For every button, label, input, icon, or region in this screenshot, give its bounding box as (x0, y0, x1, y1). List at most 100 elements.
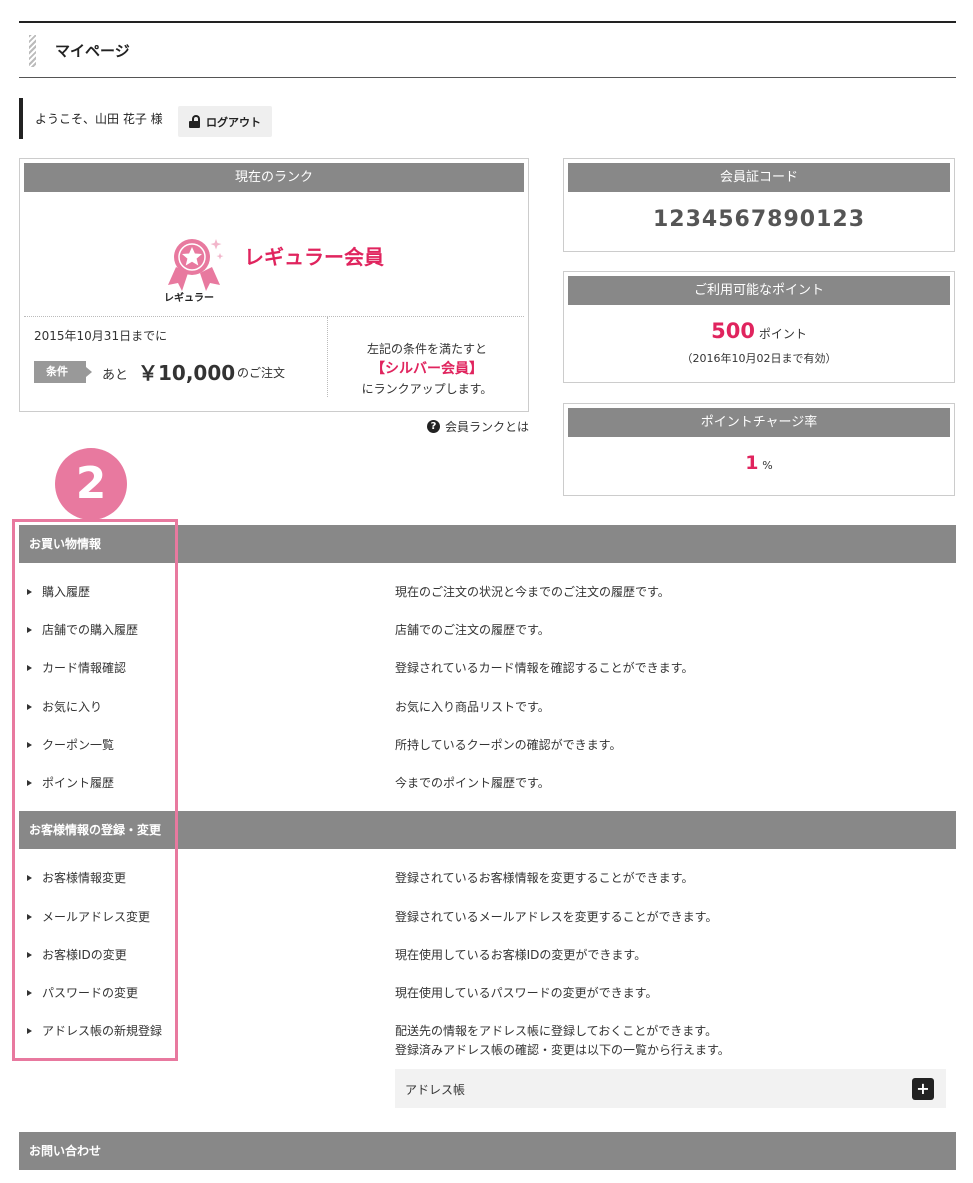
menu-link-card-info[interactable]: カード情報確認 (27, 659, 126, 676)
charge-rate-amount: 1 % (564, 452, 954, 474)
address-book-label: アドレス帳 (405, 1083, 466, 1097)
condition-badge: 条件 (34, 361, 92, 383)
menu-link-purchase-history[interactable]: 購入履歴 (27, 583, 90, 600)
member-code-header: 会員証コード (568, 163, 950, 192)
page-title: マイページ (55, 42, 130, 60)
menu-desc: 配送先の情報をアドレス帳に登録しておくことができます。 登録済みアドレス帳の確認… (395, 1022, 730, 1060)
menu-row: ポイント履歴 今までのポイント履歴です。 (19, 774, 956, 794)
remain-prefix: あと (102, 368, 129, 383)
arrow-right-icon (27, 626, 32, 633)
menu-label: 購入履歴 (42, 585, 91, 599)
menu-desc: お気に入り商品リストです。 (395, 700, 550, 714)
arrow-right-icon (27, 588, 32, 595)
menu-desc: 今までのポイント履歴です。 (395, 776, 550, 790)
menu-label: お客様IDの変更 (42, 948, 127, 962)
welcome-block: ようこそ、山田 花子 様 (19, 98, 163, 139)
menu-label: アドレス帳の新規登録 (42, 1024, 163, 1038)
rank-panel: 現在のランク レギュラー レギュラー会員 2015年10月31日までに 条件 あ… (19, 158, 529, 412)
menu-link-password-change[interactable]: パスワードの変更 (27, 984, 138, 1001)
arrow-right-icon (27, 1027, 32, 1034)
charge-rate-value: 1 (745, 452, 759, 474)
menu-desc: 店舗でのご注文の履歴です。 (395, 623, 550, 637)
logout-button[interactable]: ログアウト (178, 106, 272, 137)
rank-help-label: 会員ランクとは (445, 420, 530, 434)
member-code-value: 1234567890123 (653, 207, 865, 232)
remain-suffix: のご注文 (237, 366, 286, 380)
menu-link-address-book-new[interactable]: アドレス帳の新規登録 (27, 1022, 162, 1039)
page-header: マイページ (19, 21, 956, 78)
menu-label: お客様情報変更 (42, 871, 127, 885)
arrow-right-icon (27, 951, 32, 958)
menu-label: お気に入り (42, 700, 103, 714)
rank-help-link[interactable]: ? 会員ランクとは (427, 418, 529, 435)
menu-desc-line2: 登録済みアドレス帳の確認・変更は以下の一覧から行えます。 (395, 1043, 730, 1057)
points-unit: ポイント (758, 327, 807, 341)
menu-desc: 現在使用しているお客様IDの変更ができます。 (395, 948, 647, 962)
menu-row: 店舗での購入履歴 店舗でのご注文の履歴です。 (19, 621, 956, 641)
arrow-right-icon (27, 779, 32, 786)
menu-row: パスワードの変更 現在使用しているパスワードの変更ができます。 (19, 984, 956, 1004)
menu-label: パスワードの変更 (42, 986, 139, 1000)
menu-row: カード情報確認 登録されているカード情報を確認することができます。 (19, 659, 956, 679)
remain-amount: ￥10,000 (138, 361, 236, 385)
points-expiry: （2016年10月02日まで有効） (681, 352, 837, 365)
menu-label: メールアドレス変更 (42, 910, 151, 924)
welcome-greeting: ようこそ、山田 花子 様 (35, 112, 163, 126)
rank-badge-text: レギュラー (164, 291, 214, 303)
menu-link-coupons[interactable]: クーポン一覧 (27, 736, 114, 753)
title-stripe-decoration (29, 35, 36, 67)
menu-link-point-history[interactable]: ポイント履歴 (27, 774, 114, 791)
charge-rate-unit: % (762, 459, 773, 472)
menu-link-store-purchase-history[interactable]: 店舗での購入履歴 (27, 621, 138, 638)
arrow-right-icon (27, 664, 32, 671)
charge-rate-panel: ポイントチャージ率 1 % (563, 403, 955, 496)
menu-desc: 登録されているカード情報を確認することができます。 (395, 661, 694, 675)
charge-rate-header: ポイントチャージ率 (568, 408, 950, 437)
next-rank-name: 【シルバー会員】 (371, 361, 483, 377)
section-customer-header: お客様情報の登録・変更 (19, 811, 956, 849)
menu-row: アドレス帳の新規登録 配送先の情報をアドレス帳に登録しておくことができます。 登… (19, 1022, 956, 1060)
arrow-right-icon (27, 741, 32, 748)
arrow-right-icon (27, 913, 32, 920)
upgrade-info: 左記の条件を満たすと 【シルバー会員】 にランクアップします。 (328, 339, 526, 399)
step-marker-badge: 2 (55, 448, 127, 520)
menu-label: カード情報確認 (42, 661, 127, 675)
rank-header: 現在のランク (24, 163, 524, 192)
menu-desc: 所持しているクーポンの確認ができます。 (395, 738, 622, 752)
points-value: 500 (711, 319, 755, 343)
points-panel: ご利用可能なポイント 500 ポイント （2016年10月02日まで有効） (563, 271, 955, 383)
menu-label: クーポン一覧 (42, 738, 115, 752)
menu-row: お気に入り お気に入り商品リストです。 (19, 698, 956, 718)
menu-link-customer-id-change[interactable]: お客様IDの変更 (27, 946, 127, 963)
menu-link-customer-info[interactable]: お客様情報変更 (27, 869, 126, 886)
section-contact-header: お問い合わせ (19, 1132, 956, 1170)
address-book-toggle[interactable]: アドレス帳 + (395, 1069, 946, 1108)
rank-name: レギュラー会員 (244, 245, 384, 269)
menu-link-favorites[interactable]: お気に入り (27, 698, 102, 715)
section-shopping-header: お買い物情報 (19, 525, 956, 563)
menu-row: お客様IDの変更 現在使用しているお客様IDの変更ができます。 (19, 946, 956, 966)
rank-deadline: 2015年10月31日までに (34, 329, 168, 343)
unlock-icon (189, 115, 200, 128)
menu-desc: 登録されているお客様情報を変更することができます。 (395, 871, 694, 885)
upgrade-line1: 左記の条件を満たすと (366, 342, 487, 356)
rank-divider (24, 316, 524, 317)
menu-link-email-change[interactable]: メールアドレス変更 (27, 908, 150, 925)
menu-desc: 登録されているメールアドレスを変更することができます。 (395, 910, 718, 924)
menu-desc-line1: 配送先の情報をアドレス帳に登録しておくことができます。 (395, 1024, 718, 1038)
menu-row: お客様情報変更 登録されているお客様情報を変更することができます。 (19, 869, 956, 889)
menu-row: クーポン一覧 所持しているクーポンの確認ができます。 (19, 736, 956, 756)
logout-label: ログアウト (206, 115, 261, 129)
plus-icon[interactable]: + (912, 1078, 934, 1100)
points-amount: 500 ポイント (564, 319, 954, 343)
menu-label: 店舗での購入履歴 (42, 623, 139, 637)
arrow-right-icon (27, 703, 32, 710)
menu-row: 購入履歴 現在のご注文の状況と今までのご注文の履歴です。 (19, 583, 956, 603)
arrow-right-icon (27, 989, 32, 996)
rank-medal-icon: レギュラー (164, 239, 224, 303)
member-code-panel: 会員証コード 1234567890123 (563, 158, 955, 252)
arrow-right-icon (27, 874, 32, 881)
menu-desc: 現在のご注文の状況と今までのご注文の履歴です。 (395, 585, 670, 599)
upgrade-line2: にランクアップします。 (361, 382, 493, 396)
menu-desc: 現在使用しているパスワードの変更ができます。 (395, 986, 658, 1000)
